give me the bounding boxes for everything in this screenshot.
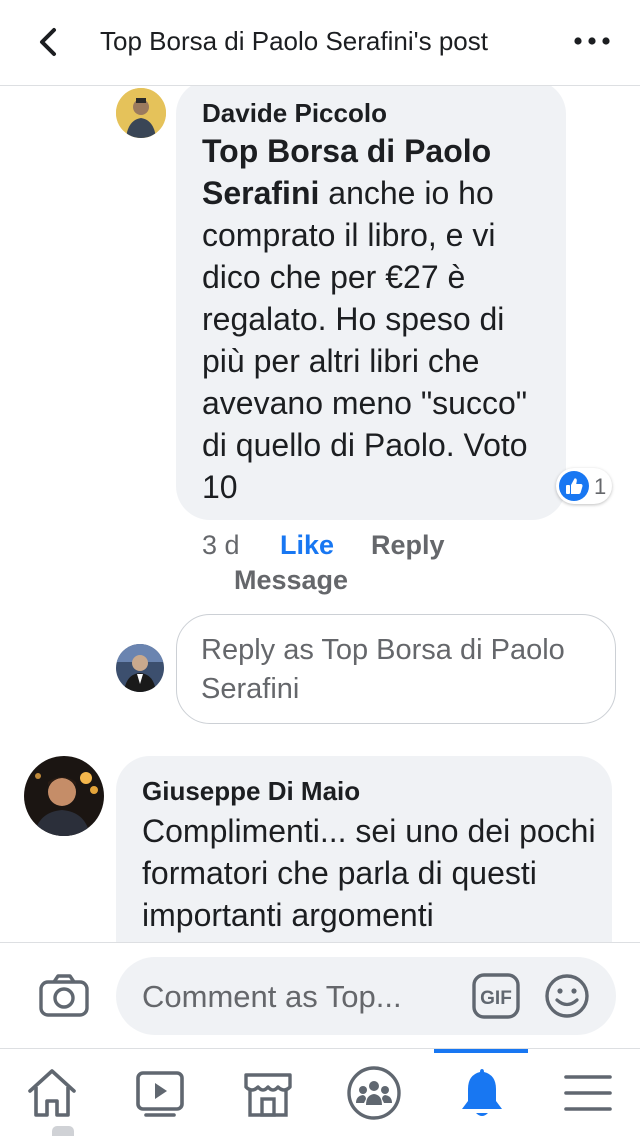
emoji-icon[interactable] xyxy=(544,973,590,1019)
comment-body: anche io ho comprato il libro, e vi dico… xyxy=(202,175,528,505)
page-title: Top Borsa di Paolo Serafini's post xyxy=(100,26,488,56)
reply-placeholder: Reply as Top Borsa di Paolo Serafini xyxy=(201,634,565,705)
camera-icon[interactable] xyxy=(38,973,90,1019)
menu-icon[interactable] xyxy=(558,1063,618,1123)
reply-input[interactable]: Reply as Top Borsa di Paolo Serafini xyxy=(176,614,616,724)
comment-timestamp[interactable]: 3 d xyxy=(202,530,240,561)
comment-placeholder: Comment as Top... xyxy=(142,979,402,1014)
top-bar: Top Borsa di Paolo Serafini's post xyxy=(0,0,640,86)
home-icon[interactable] xyxy=(22,1063,82,1123)
page-avatar-image xyxy=(116,644,164,692)
bottom-nav xyxy=(0,1048,640,1136)
comment-text: Top Borsa di Paolo Serafini anche io ho … xyxy=(202,130,552,508)
like-reaction-icon xyxy=(559,471,589,501)
comment-body: Complimenti... sei uno dei pochi formato… xyxy=(142,813,596,933)
notifications-bell-icon[interactable] xyxy=(452,1063,512,1123)
avatar-image xyxy=(116,88,166,138)
comment-author[interactable]: Giuseppe Di Maio xyxy=(142,776,360,807)
comment-author[interactable]: Davide Piccolo xyxy=(202,98,387,129)
reaction-badge[interactable]: 1 xyxy=(556,468,612,504)
message-button[interactable]: Message xyxy=(234,565,348,596)
avatar[interactable] xyxy=(116,88,166,138)
more-options-icon[interactable] xyxy=(570,24,614,58)
avatar[interactable] xyxy=(24,756,104,836)
watch-icon[interactable] xyxy=(130,1063,190,1123)
gif-icon[interactable]: GIF xyxy=(472,973,520,1019)
reply-button[interactable]: Reply xyxy=(371,530,445,561)
like-button[interactable]: Like xyxy=(280,530,334,561)
groups-icon[interactable] xyxy=(344,1063,404,1123)
back-arrow-icon[interactable] xyxy=(28,22,68,62)
comment-composer-bar: Comment as Top... GIF xyxy=(0,942,640,1048)
scroll-indicator xyxy=(52,1126,74,1136)
marketplace-icon[interactable] xyxy=(238,1063,298,1123)
gif-label: GIF xyxy=(480,988,512,1009)
nav-active-indicator xyxy=(434,1049,528,1053)
avatar-image xyxy=(24,756,104,836)
comment-bubble[interactable]: Davide Piccolo Top Borsa di Paolo Serafi… xyxy=(176,80,566,520)
comment-input[interactable]: Comment as Top... GIF xyxy=(116,957,616,1035)
reaction-count: 1 xyxy=(594,474,607,499)
page-avatar xyxy=(116,644,164,692)
